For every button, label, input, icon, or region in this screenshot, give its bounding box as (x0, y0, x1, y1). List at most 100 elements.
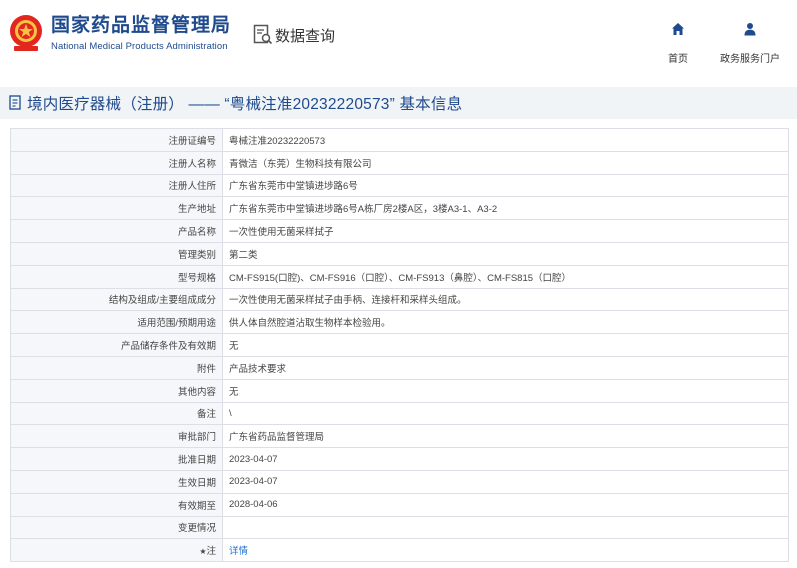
row-value: 一次性使用无菌采样拭子由手柄、连接杆和采样头组成。 (229, 295, 467, 307)
row-label: 型号规格 (177, 272, 216, 284)
row-label: 注册人名称 (168, 158, 216, 170)
table-row: 适用范围/预期用途 供人体自然腔道沾取生物样本检验用。 (10, 310, 789, 335)
row-value: 无 (229, 341, 239, 353)
row-label: 变更情况 (177, 523, 216, 535)
row-label: 生效日期 (177, 477, 216, 489)
row-label: 产品储存条件及有效期 (120, 341, 216, 353)
row-label: 有效期至 (177, 500, 216, 512)
home-icon (672, 23, 684, 35)
row-value: 广东省东莞市中堂镇进埗路6号 (229, 181, 358, 193)
row-label-cell: 生效日期 (10, 469, 223, 494)
row-label: 注 (206, 546, 216, 558)
row-label-cell: 结构及组成/主要组成成分 (10, 287, 223, 312)
row-value: CM-FS915(口腔)、CM-FS916（口腔）、CM-FS913（鼻腔）、C… (229, 272, 572, 284)
table-row: 产品名称 一次性使用无菌采样拭子 (10, 219, 789, 243)
row-value-cell: 一次性使用无菌采样拭子 (222, 219, 789, 243)
nav-home[interactable]: 首页 (668, 22, 688, 65)
row-value-cell: 青微洁（东莞）生物科技有限公司 (222, 150, 789, 175)
row-label: 结构及组成/主要组成成分 (108, 295, 216, 307)
table-row: 变更情况 (10, 515, 789, 540)
row-value: 供人体自然腔道沾取生物样本检验用。 (229, 318, 391, 330)
row-value: 2028-04-06 (229, 499, 278, 511)
row-value-cell: 2023-04-07 (222, 447, 789, 471)
row-value: 广东省药品监督管理局 (229, 432, 325, 444)
table-row: 批准日期 2023-04-07 (10, 447, 789, 471)
document-search-icon (253, 24, 273, 45)
table-row: ★注 详情 (10, 538, 789, 563)
nav-gov-service-portal[interactable]: 政务服务门户 (720, 22, 780, 65)
row-label-cell: 批准日期 (10, 447, 223, 471)
row-label: 批准日期 (177, 455, 216, 467)
row-value-cell (222, 515, 789, 540)
table-row: 生产地址 广东省东莞市中堂镇进埗路6号A栋厂房2楼A区，3楼A3-1、A3-2 (10, 196, 789, 221)
table-row: 管理类别 第二类 (10, 241, 789, 266)
row-label: 其他内容 (177, 386, 216, 398)
national-emblem-icon (10, 15, 42, 51)
document-icon (9, 95, 21, 110)
row-label-cell: 附件 (10, 355, 223, 380)
row-value: 2023-04-07 (229, 476, 278, 488)
row-value: 粤械注准20232220573 (229, 135, 326, 147)
row-value: 广东省东莞市中堂镇进埗路6号A栋厂房2楼A区，3楼A3-1、A3-2 (229, 204, 498, 216)
row-value-cell: 无 (222, 378, 789, 403)
row-label: 备注 (196, 409, 216, 421)
table-row: 注册人名称 青微洁（东莞）生物科技有限公司 (10, 150, 789, 175)
row-label-cell: 备注 (10, 401, 223, 426)
table-row: 注册人住所 广东省东莞市中堂镇进埗路6号 (10, 173, 789, 198)
table-row: 附件 产品技术要求 (10, 355, 789, 380)
row-label-cell: 变更情况 (10, 515, 223, 540)
row-value-cell: 广东省东莞市中堂镇进埗路6号 (222, 173, 789, 198)
row-value: \ (229, 407, 232, 419)
row-value-cell: 一次性使用无菌采样拭子由手柄、连接杆和采样头组成。 (222, 287, 789, 312)
logo-chinese-name: 国家药品监督管理局 (51, 14, 232, 36)
row-label: 审批部门 (177, 432, 216, 444)
row-label-cell: 产品名称 (10, 219, 223, 243)
table-row: 其他内容 无 (10, 378, 789, 403)
row-value-cell: \ (222, 401, 789, 426)
table-row: 结构及组成/主要组成成分 一次性使用无菌采样拭子由手柄、连接杆和采样头组成。 (10, 287, 789, 312)
row-label: 适用范围/预期用途 (137, 318, 216, 330)
table-row: 产品储存条件及有效期 无 (10, 333, 789, 357)
data-query-label: 数据查询 (275, 27, 336, 45)
row-label-cell: 有效期至 (10, 492, 223, 517)
site-logo[interactable]: 国家药品监督管理局 National Medical Products Admi… (8, 13, 231, 53)
page-title-bar: 境内医疗器械（注册） —— “粤械注准20232220573” 基本信息 (0, 87, 797, 119)
row-value: 无 (229, 386, 239, 398)
row-value-cell: 供人体自然腔道沾取生物样本检验用。 (222, 310, 789, 335)
row-value-cell: 产品技术要求 (222, 355, 789, 380)
row-label-cell: 其他内容 (10, 378, 223, 403)
registration-info-table: 注册证编号 粤械注准20232220573 注册人名称 青微洁（东莞）生物科技有限公司… (10, 128, 789, 563)
row-label-cell: 适用范围/预期用途 (10, 310, 223, 335)
user-icon (744, 23, 756, 36)
data-query-link[interactable]: 数据查询 (253, 24, 335, 46)
row-label-cell: 型号规格 (10, 264, 223, 289)
row-label: 注册人住所 (168, 181, 216, 193)
row-value-cell: 广东省药品监督管理局 (222, 424, 789, 449)
site-header: 国家药品监督管理局 National Medical Products Admi… (0, 0, 797, 78)
table-row: 注册证编号 粤械注准20232220573 (10, 128, 789, 152)
row-value-cell: 2023-04-07 (222, 469, 789, 494)
row-value: 第二类 (229, 249, 258, 261)
row-label-cell: 审批部门 (10, 424, 223, 449)
row-label: 生产地址 (177, 204, 216, 216)
table-row: 备注 \ (10, 401, 789, 426)
row-value-cell: 第二类 (222, 241, 789, 266)
row-value: 青微洁（东莞）生物科技有限公司 (229, 158, 372, 170)
table-row: 有效期至 2028-04-06 (10, 492, 789, 517)
row-value: 2023-04-07 (229, 453, 278, 465)
details-link[interactable]: 详情 (229, 546, 248, 557)
table-row: 生效日期 2023-04-07 (10, 469, 789, 494)
row-value: 一次性使用无菌采样拭子 (229, 227, 334, 239)
row-value: 产品技术要求 (229, 363, 287, 375)
page-title: 境内医疗器械（注册） —— “粤械注准20232220573” 基本信息 (27, 96, 463, 113)
table-row: 型号规格 CM-FS915(口腔)、CM-FS916（口腔）、CM-FS913（鼻… (10, 264, 789, 289)
row-label-cell: 注册人名称 (10, 150, 223, 175)
row-label: 产品名称 (177, 227, 216, 239)
row-value-cell: 无 (222, 333, 789, 357)
row-value-cell: 2028-04-06 (222, 492, 789, 517)
row-value-cell: 详情 (222, 538, 789, 563)
logo-english-name: National Medical Products Administration (51, 40, 228, 52)
nav-service-label: 政务服务门户 (720, 54, 780, 65)
row-label-cell: 注册证编号 (10, 128, 223, 152)
row-value-cell: 广东省东莞市中堂镇进埗路6号A栋厂房2楼A区，3楼A3-1、A3-2 (222, 196, 789, 221)
